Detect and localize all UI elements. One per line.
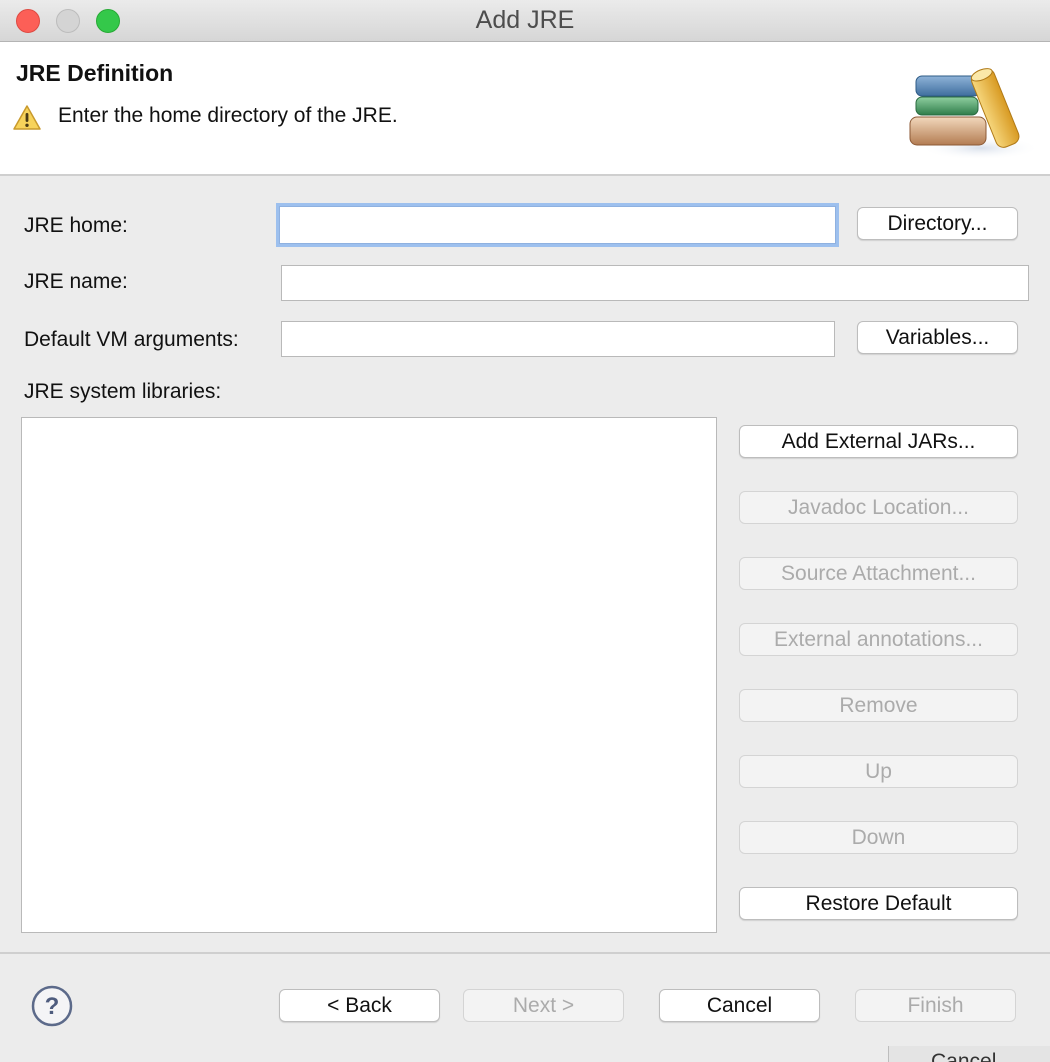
system-libraries-list[interactable] [21, 417, 717, 933]
variables-button[interactable]: Variables... [857, 321, 1018, 354]
vm-arguments-label: Default VM arguments: [24, 328, 239, 351]
down-button[interactable]: Down [739, 821, 1018, 854]
add-jre-dialog: Add JRE JRE Definition Enter the home di… [0, 0, 1050, 1062]
vm-arguments-input[interactable] [281, 321, 835, 357]
system-libraries-label: JRE system libraries: [24, 380, 222, 403]
background-window-text: Cancel [931, 1050, 997, 1062]
footer-separator [0, 952, 1050, 954]
jre-home-input[interactable] [279, 206, 836, 244]
window-title: Add JRE [475, 6, 575, 34]
title-bar[interactable]: Add JRE [0, 0, 1050, 42]
background-window-fragment: Cancel [888, 1046, 1050, 1062]
restore-default-button[interactable]: Restore Default [739, 887, 1018, 920]
back-button[interactable]: < Back [279, 989, 440, 1022]
external-annotations-button[interactable]: External annotations... [739, 623, 1018, 656]
warning-icon [13, 105, 41, 130]
wizard-banner: JRE Definition Enter the home directory … [0, 42, 1050, 176]
jre-name-input[interactable] [281, 265, 1029, 301]
source-attachment-button[interactable]: Source Attachment... [739, 557, 1018, 590]
help-icon[interactable]: ? [31, 985, 73, 1027]
javadoc-location-button[interactable]: Javadoc Location... [739, 491, 1018, 524]
jre-name-label: JRE name: [24, 270, 128, 293]
next-button[interactable]: Next > [463, 989, 624, 1022]
jre-home-label: JRE home: [24, 214, 128, 237]
directory-button[interactable]: Directory... [857, 207, 1018, 240]
cancel-button[interactable]: Cancel [659, 989, 820, 1022]
banner-message: Enter the home directory of the JRE. [58, 104, 398, 127]
finish-button[interactable]: Finish [855, 989, 1016, 1022]
add-external-jars-button[interactable]: Add External JARs... [739, 425, 1018, 458]
banner-title: JRE Definition [16, 60, 174, 86]
up-button[interactable]: Up [739, 755, 1018, 788]
jre-library-books-icon [909, 68, 1040, 160]
remove-button[interactable]: Remove [739, 689, 1018, 722]
svg-text:?: ? [45, 993, 60, 1020]
